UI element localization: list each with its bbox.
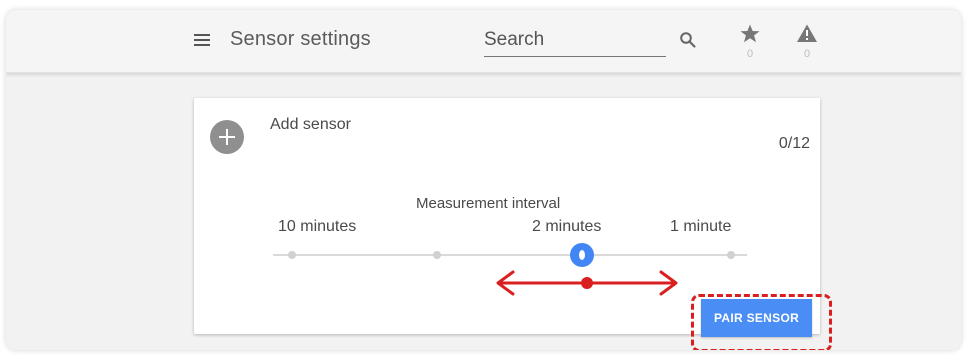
add-sensor-label: Add sensor <box>270 116 351 133</box>
favorites-count: 0 <box>746 48 754 60</box>
slider-tick[interactable] <box>288 251 296 259</box>
favorites-button[interactable]: 0 <box>738 22 762 60</box>
double-arrow-icon <box>496 270 678 296</box>
alerts-count: 0 <box>803 48 811 60</box>
slider-label-10-minutes: 10 minutes <box>278 218 357 235</box>
sensor-count: 0/12 <box>778 135 810 152</box>
measurement-interval-label: Measurement interval <box>416 195 561 212</box>
menu-icon[interactable] <box>194 34 210 46</box>
alerts-button[interactable]: 0 <box>795 22 819 60</box>
sensor-settings-card: Add sensor 0/12 Measurement interval 10 … <box>194 98 832 350</box>
toolbar-inner: Sensor settings 0 0 <box>6 10 961 72</box>
menu-line <box>194 44 210 46</box>
page-title: Sensor settings <box>230 28 371 50</box>
warning-icon <box>797 24 817 42</box>
star-icon <box>740 24 760 43</box>
menu-line <box>194 34 210 36</box>
slider-label-1-minute: 1 minute <box>670 218 732 235</box>
slider-thumb[interactable] <box>570 243 594 267</box>
slider-label-2-minutes: 2 minutes <box>532 218 602 235</box>
app-window: Sensor settings 0 0 <box>6 10 961 350</box>
pair-sensor-button[interactable]: PAIR SENSOR <box>701 299 812 337</box>
add-sensor-button[interactable] <box>210 120 244 154</box>
measurement-interval-slider[interactable] <box>273 243 747 267</box>
slider-tick[interactable] <box>727 251 735 259</box>
slider-track[interactable] <box>273 254 747 256</box>
search-icon[interactable] <box>678 30 698 50</box>
menu-line <box>194 39 210 41</box>
search-input[interactable] <box>484 26 666 57</box>
slider-tick[interactable] <box>433 251 441 259</box>
top-toolbar: Sensor settings 0 0 <box>6 10 961 73</box>
